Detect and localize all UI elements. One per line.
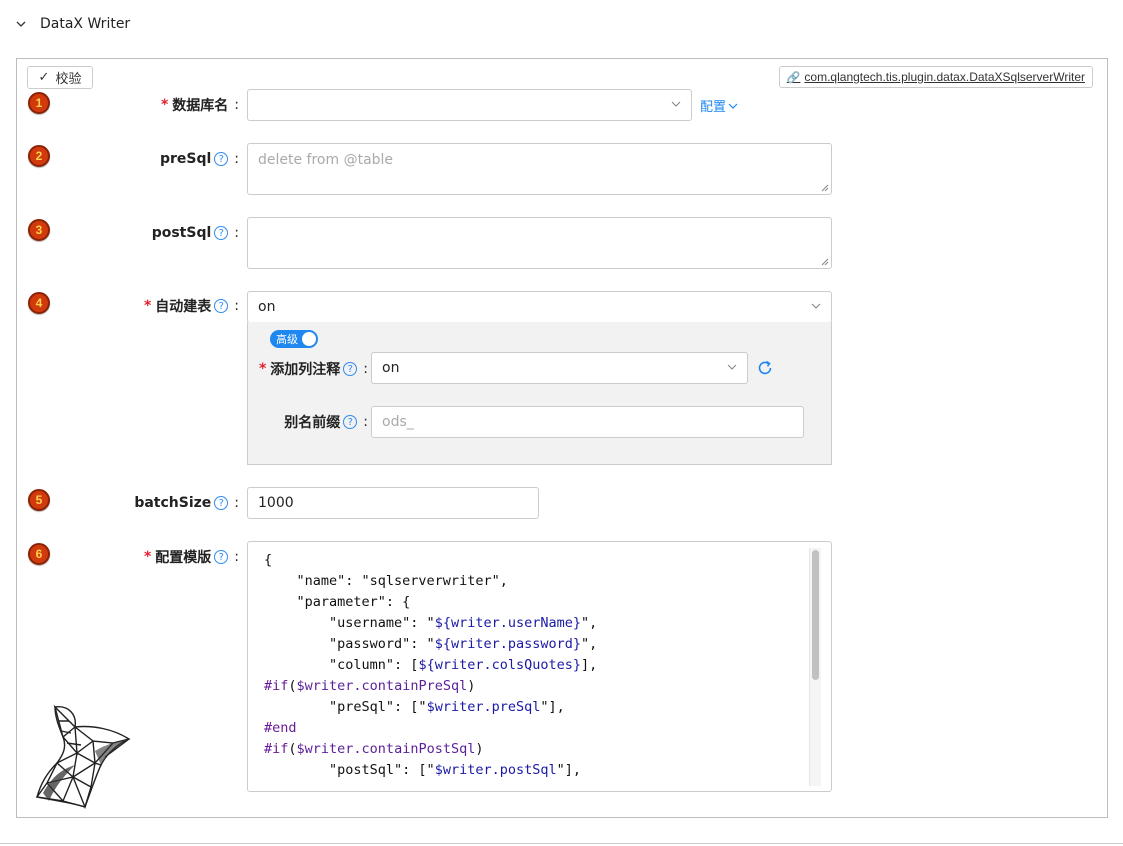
- link-icon: 🔗: [786, 71, 801, 84]
- section-title: DataX Writer: [40, 16, 131, 32]
- sqlserver-logo: [35, 704, 131, 810]
- postsql-label: postSql ? :: [151, 225, 239, 241]
- code-line: "parameter": {: [264, 594, 411, 610]
- auto-create-value: on: [258, 299, 276, 315]
- auto-create-advanced-panel: 高级 * 添加列注释 ? : on 别名前缀 ? : ods_: [247, 322, 832, 465]
- help-icon[interactable]: ?: [343, 415, 358, 429]
- code-line: #if($writer.containPreSql): [264, 678, 476, 694]
- alias-prefix-label-text: 别名前缀: [284, 415, 341, 431]
- validate-button[interactable]: ✓ 校验: [27, 66, 93, 89]
- plugin-link[interactable]: 🔗 com.qlangtech.tis.plugin.datax.DataXSq…: [778, 66, 1093, 88]
- resize-handle-icon[interactable]: [821, 184, 829, 192]
- help-icon[interactable]: ?: [343, 362, 358, 376]
- writer-form-panel: ✓ 校验 🔗 com.qlangtech.tis.plugin.datax.Da…: [16, 58, 1108, 818]
- step-badge-1: 1: [28, 92, 50, 114]
- code-line: "preSql": ["$writer.preSql"],: [264, 699, 565, 715]
- chevron-down-icon: [727, 364, 737, 370]
- template-label: * 配置模版 ? :: [143, 549, 239, 566]
- alias-prefix-label: 别名前缀 ? :: [284, 414, 368, 431]
- step-badge-3: 3: [28, 219, 50, 241]
- refresh-icon[interactable]: [756, 359, 774, 377]
- step-badge-2: 2: [28, 145, 50, 167]
- help-icon[interactable]: ?: [214, 152, 229, 166]
- code-line: "username": "${writer.userName}",: [264, 615, 598, 631]
- step-badge-6: 6: [28, 543, 50, 565]
- batchsize-input[interactable]: 1000: [247, 487, 539, 519]
- chevron-down-icon: [671, 101, 681, 107]
- advanced-toggle[interactable]: 高级: [270, 330, 318, 348]
- db-name-label: * 数据库名 :: [160, 97, 239, 114]
- chevron-down-icon: [811, 303, 821, 309]
- advanced-toggle-label: 高级: [276, 333, 298, 346]
- help-icon[interactable]: ?: [214, 550, 229, 564]
- code-line: "password": "${writer.password}",: [264, 636, 598, 652]
- auto-create-label-text: 自动建表: [155, 299, 212, 315]
- check-icon: ✓: [38, 70, 50, 85]
- help-icon[interactable]: ?: [214, 226, 229, 240]
- presql-label-text: preSql: [159, 151, 212, 167]
- scrollbar-thumb[interactable]: [812, 550, 819, 680]
- add-comment-select[interactable]: on: [371, 352, 748, 384]
- code-line: "postSql": ["$writer.postSql"],: [264, 762, 581, 778]
- db-name-label-text: 数据库名: [172, 98, 229, 114]
- chevron-down-icon: [728, 103, 738, 109]
- required-mark: *: [258, 361, 267, 377]
- editor-scrollbar[interactable]: [809, 548, 821, 786]
- plugin-class-name: com.qlangtech.tis.plugin.datax.DataXSqls…: [804, 70, 1085, 84]
- presql-textarea[interactable]: delete from @table: [247, 143, 832, 195]
- required-mark: *: [160, 97, 169, 113]
- db-name-select[interactable]: [247, 89, 692, 121]
- required-mark: *: [143, 298, 152, 314]
- page-bottom-border: [0, 843, 1123, 844]
- batchsize-label-text: batchSize: [134, 495, 212, 511]
- template-code: { "name": "sqlserverwriter", "parameter"…: [264, 550, 597, 781]
- template-label-text: 配置模版: [155, 550, 212, 566]
- code-line: {: [264, 552, 273, 568]
- section-header[interactable]: DataX Writer: [16, 14, 130, 34]
- code-line: "column": [${writer.colsQuotes}],: [264, 657, 598, 673]
- code-line: #end: [264, 720, 297, 736]
- presql-placeholder: delete from @table: [258, 152, 394, 168]
- alias-prefix-placeholder: ods_: [382, 414, 414, 430]
- postsql-textarea[interactable]: [247, 217, 832, 269]
- help-icon[interactable]: ?: [214, 496, 229, 510]
- resize-handle-icon[interactable]: [821, 258, 829, 266]
- config-link-label: 配置: [700, 100, 727, 115]
- chevron-down-icon: [16, 21, 26, 27]
- auto-create-select[interactable]: on: [247, 291, 832, 323]
- batchsize-value: 1000: [258, 495, 294, 511]
- required-mark: *: [143, 549, 152, 565]
- toggle-knob: [302, 332, 316, 346]
- batchsize-label: batchSize ? :: [134, 495, 239, 511]
- add-comment-value: on: [382, 360, 400, 376]
- template-code-editor[interactable]: { "name": "sqlserverwriter", "parameter"…: [247, 541, 832, 792]
- alias-prefix-input[interactable]: ods_: [371, 406, 804, 438]
- step-badge-5: 5: [28, 489, 50, 511]
- help-icon[interactable]: ?: [214, 299, 229, 313]
- add-comment-label-text: 添加列注释: [270, 362, 341, 378]
- code-line: "name": "sqlserverwriter",: [264, 573, 508, 589]
- code-line: #if($writer.containPostSql): [264, 741, 484, 757]
- presql-label: preSql ? :: [159, 151, 239, 167]
- step-badge-4: 4: [28, 292, 50, 314]
- auto-create-label: * 自动建表 ? :: [143, 298, 239, 315]
- postsql-label-text: postSql: [151, 225, 212, 241]
- validate-label: 校验: [55, 72, 82, 87]
- add-comment-label: * 添加列注释 ? :: [258, 361, 368, 378]
- config-dropdown-link[interactable]: 配置: [700, 96, 738, 115]
